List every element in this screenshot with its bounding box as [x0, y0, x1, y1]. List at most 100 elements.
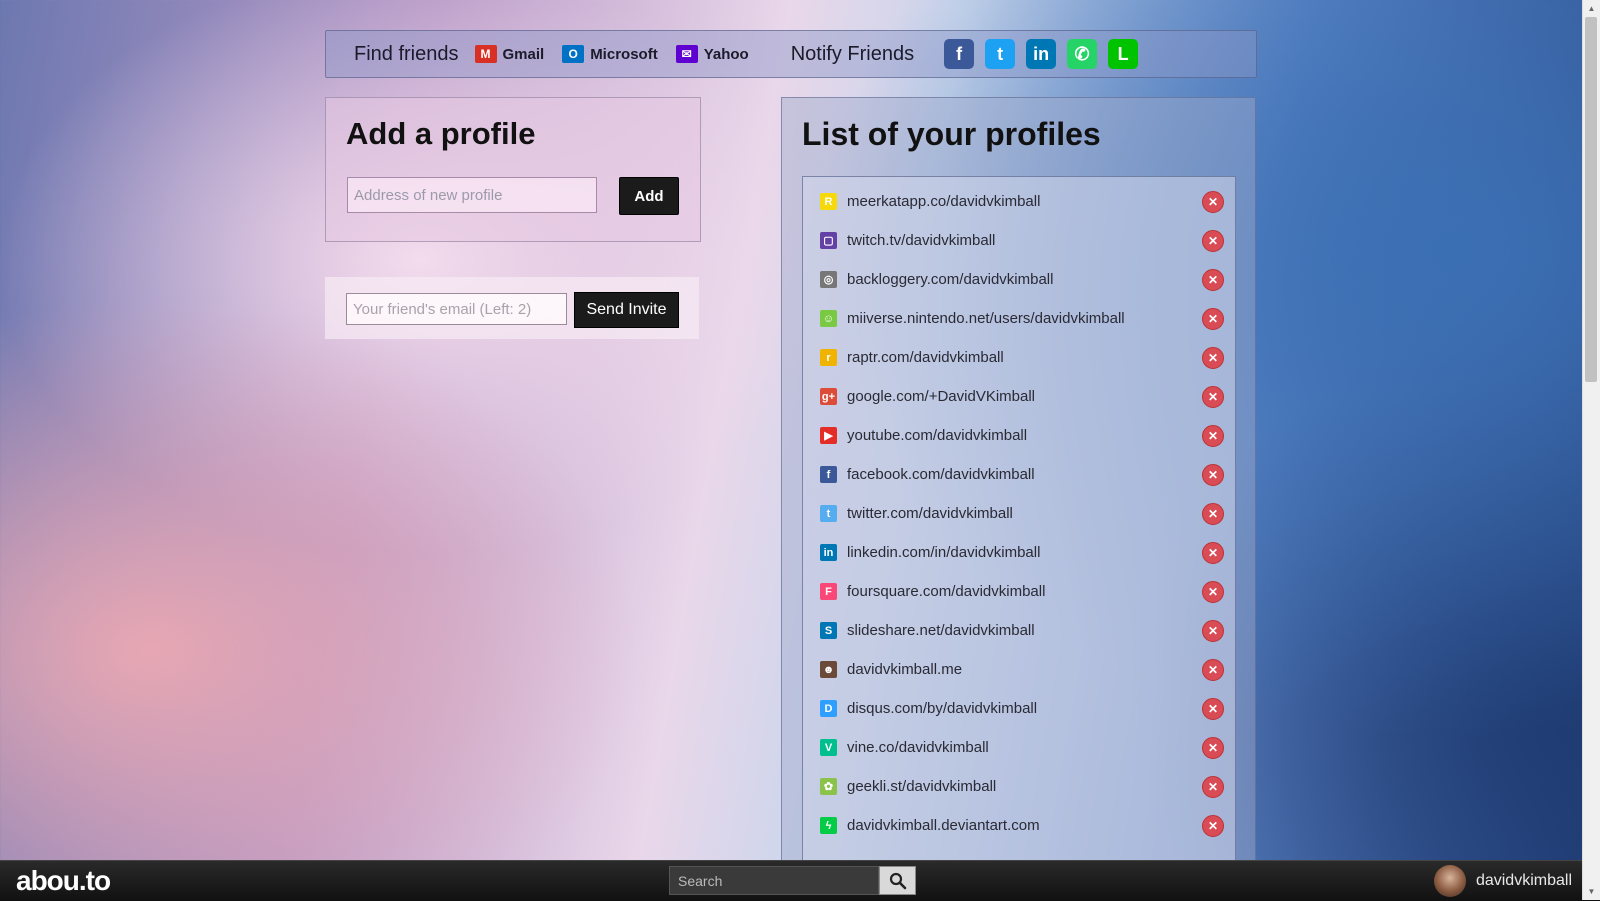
remove-profile-icon[interactable]: ✕: [1202, 502, 1224, 525]
remove-profile-icon[interactable]: ✕: [1202, 814, 1224, 837]
profile-row: ☺ miiverse.nintendo.net/users/davidvkimba…: [803, 299, 1235, 338]
line-icon[interactable]: L: [1108, 39, 1139, 69]
search-button[interactable]: [879, 866, 916, 895]
profile-row: r raptr.com/davidvkimball ✕: [803, 338, 1235, 377]
scrollbar-thumb[interactable]: [1585, 17, 1597, 382]
profile-row: Rmeerkatapp.co/davidvkimball ✕: [803, 182, 1235, 221]
profile-url-link[interactable]: vine.co/davidvkimball: [847, 739, 989, 756]
raptr-icon: r: [820, 349, 837, 366]
profile-url-link[interactable]: meerkatapp.co/davidvkimball: [847, 193, 1040, 210]
profiles-list-title: List of your profiles: [802, 116, 1101, 152]
slideshare-icon: S: [820, 622, 837, 639]
twitter-icon: t: [820, 505, 837, 522]
send-invite-button[interactable]: Send Invite: [574, 292, 679, 328]
backloggery-icon: ◎: [820, 271, 837, 288]
profiles-panel: List of your profiles Rmeerkatapp.co/dav…: [781, 97, 1256, 878]
miiverse-icon: ☺: [820, 310, 837, 327]
provider-label: Gmail: [502, 45, 545, 63]
profile-row: ✿ geekli.st/davidvkimball ✕: [803, 767, 1235, 806]
scroll-down-icon[interactable]: ▼: [1583, 883, 1600, 900]
foursquare-icon: F: [820, 583, 837, 600]
search-input[interactable]: [669, 866, 879, 895]
friend-email-input[interactable]: [346, 293, 567, 325]
remove-profile-icon[interactable]: ✕: [1202, 424, 1224, 447]
provider-label: Microsoft: [590, 45, 658, 63]
profiles-list[interactable]: Rmeerkatapp.co/davidvkimball ✕ ▢ twitch.tv/…: [802, 176, 1236, 878]
profile-row: t twitter.com/davidvkimball ✕: [803, 494, 1235, 533]
linkedin-icon[interactable]: in: [1026, 39, 1057, 69]
add-profile-panel: Add a profile Add: [325, 97, 701, 242]
provider-gmail-link[interactable]: M Gmail: [474, 45, 545, 63]
profile-url-link[interactable]: google.com/+DavidVKimball: [847, 388, 1035, 405]
remove-profile-icon[interactable]: ✕: [1202, 229, 1224, 252]
disqus-icon: D: [820, 700, 837, 717]
search-box: [669, 866, 916, 895]
remove-profile-icon[interactable]: ✕: [1202, 541, 1224, 564]
meerkat-icon: R: [820, 193, 837, 210]
username-label: davidvkimball: [1475, 872, 1572, 889]
add-profile-button[interactable]: Add: [619, 177, 679, 215]
profile-url-link[interactable]: facebook.com/davidvkimball: [847, 466, 1035, 483]
personal-site-icon: ☻: [820, 661, 837, 678]
abouto-logo[interactable]: abou.to: [16, 865, 111, 897]
youtube-icon: ▶: [820, 427, 837, 444]
remove-profile-icon[interactable]: ✕: [1202, 307, 1224, 330]
provider-label: Yahoo: [703, 45, 749, 63]
remove-profile-icon[interactable]: ✕: [1202, 346, 1224, 369]
facebook-icon: f: [820, 466, 837, 483]
profile-url-link[interactable]: foursquare.com/davidvkimball: [847, 583, 1045, 600]
profile-row: Sslideshare.net/davidvkimball ✕: [803, 611, 1235, 650]
find-friends-label: Find friends: [354, 42, 459, 65]
outlook-icon: O: [562, 45, 585, 63]
remove-profile-icon[interactable]: ✕: [1202, 268, 1224, 291]
profile-row: g+ google.com/+DavidVKimball ✕: [803, 377, 1235, 416]
profile-row: ◎ backloggery.com/davidvkimball ✕: [803, 260, 1235, 299]
twitch-icon: ▢: [820, 232, 837, 249]
invite-panel: Send Invite: [325, 277, 699, 339]
profile-url-link[interactable]: miiverse.nintendo.net/users/davidvkimbal…: [847, 310, 1125, 327]
geeklist-icon: ✿: [820, 778, 837, 795]
profile-row: in linkedin.com/in/davidvkimball ✕: [803, 533, 1235, 572]
gmail-icon: M: [474, 45, 497, 63]
profile-row: ϟ davidvkimball.deviantart.com ✕: [803, 806, 1235, 845]
page-scrollbar[interactable]: ▲ ▼: [1582, 0, 1600, 900]
profile-url-link[interactable]: backloggery.com/davidvkimball: [847, 271, 1053, 288]
new-profile-address-input[interactable]: [347, 177, 597, 213]
profile-row: f facebook.com/davidvkimball ✕: [803, 455, 1235, 494]
find-friends-toolbar: Find friends M Gmail O Microsoft ✉ Yahoo Noti…: [325, 30, 1257, 78]
profile-row: Ddisqus.com/by/davidvkimball ✕: [803, 689, 1235, 728]
profile-url-link[interactable]: slideshare.net/davidvkimball: [847, 622, 1035, 639]
whatsapp-icon[interactable]: ✆: [1067, 39, 1098, 69]
facebook-icon[interactable]: f: [944, 39, 975, 69]
provider-yahoo-link[interactable]: ✉ Yahoo: [675, 45, 749, 63]
profile-url-link[interactable]: disqus.com/by/davidvkimball: [847, 700, 1037, 717]
profile-url-link[interactable]: linkedin.com/in/davidvkimball: [847, 544, 1040, 561]
user-avatar: [1433, 865, 1466, 897]
remove-profile-icon[interactable]: ✕: [1202, 463, 1224, 486]
profile-url-link[interactable]: davidvkimball.deviantart.com: [847, 817, 1040, 834]
deviantart-icon: ϟ: [820, 817, 837, 834]
remove-profile-icon[interactable]: ✕: [1202, 697, 1224, 720]
profile-url-link[interactable]: youtube.com/davidvkimball: [847, 427, 1027, 444]
remove-profile-icon[interactable]: ✕: [1202, 580, 1224, 603]
profile-url-link[interactable]: raptr.com/davidvkimball: [847, 349, 1004, 366]
twitter-icon[interactable]: t: [985, 39, 1016, 69]
user-menu[interactable]: davidvkimball: [1433, 861, 1572, 901]
profile-row: ☻ davidvkimball.me ✕: [803, 650, 1235, 689]
remove-profile-icon[interactable]: ✕: [1202, 658, 1224, 681]
profile-url-link[interactable]: twitch.tv/davidvkimball: [847, 232, 995, 249]
provider-microsoft-link[interactable]: O Microsoft: [562, 45, 658, 63]
profile-url-link[interactable]: davidvkimball.me: [847, 661, 962, 678]
bottom-bar: abou.to davidvkimball: [0, 860, 1600, 901]
remove-profile-icon[interactable]: ✕: [1202, 619, 1224, 642]
profile-url-link[interactable]: geekli.st/davidvkimball: [847, 778, 996, 795]
profile-row: ▶ youtube.com/davidvkimball ✕: [803, 416, 1235, 455]
scroll-up-icon[interactable]: ▲: [1583, 0, 1600, 17]
remove-profile-icon[interactable]: ✕: [1202, 385, 1224, 408]
remove-profile-icon[interactable]: ✕: [1202, 775, 1224, 798]
remove-profile-icon[interactable]: ✕: [1202, 190, 1224, 213]
profile-url-link[interactable]: twitter.com/davidvkimball: [847, 505, 1013, 522]
google-plus-icon: g+: [820, 388, 837, 405]
profile-row: ▢ twitch.tv/davidvkimball ✕: [803, 221, 1235, 260]
remove-profile-icon[interactable]: ✕: [1202, 736, 1224, 759]
